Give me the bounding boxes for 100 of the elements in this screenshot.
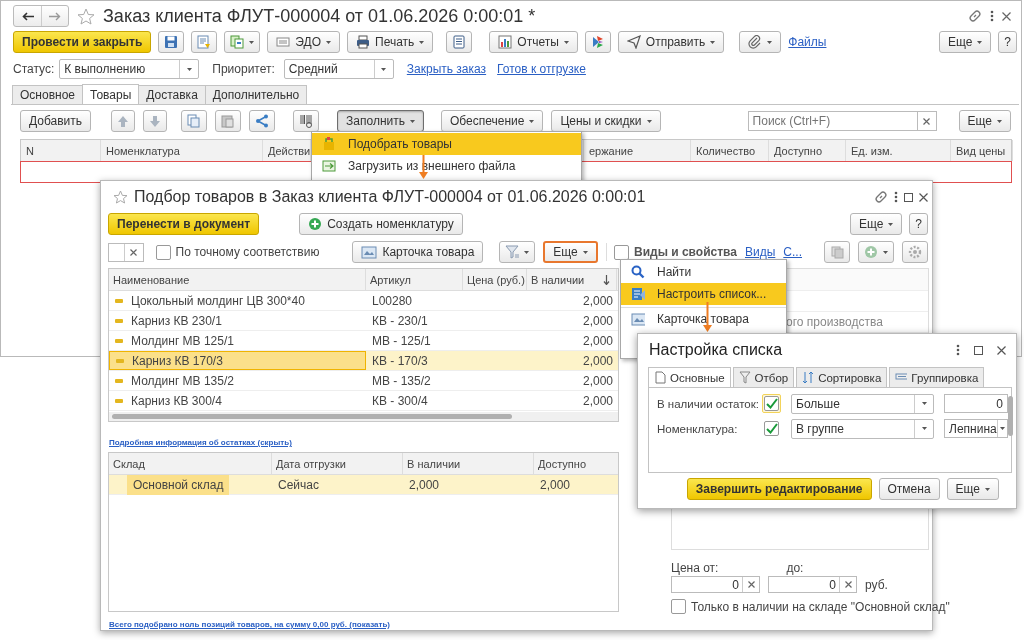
table-cell: МВ - 125/1 xyxy=(372,333,431,348)
table-cell: 2,000 xyxy=(582,373,613,388)
finish-editing-button[interactable]: Завершить редактирование xyxy=(686,478,872,500)
action-link[interactable]: Закрыть заказ xyxy=(406,62,487,76)
menu-item[interactable]: Настроить список... xyxy=(621,283,786,305)
table-row[interactable]: Молдинг МВ 135/2 МВ - 135/2 2,000 xyxy=(109,371,618,391)
dialog-title: Подбор товаров в Заказ клиента ФЛУТ-000004 от 01.06.2026 0:00:01 xyxy=(134,188,646,206)
column-header: Ед. изм. xyxy=(846,140,951,161)
checkbox-label: Только в наличии на складе "Основной склад" xyxy=(691,599,950,614)
table-cell: Цокольный молдинг ЦВ 300*40 xyxy=(131,293,305,308)
table-row[interactable]: Основной склад Сейчас 2,000 2,000 xyxy=(109,475,618,495)
checkbox-label: По точному соответствию xyxy=(175,245,320,259)
table-row[interactable]: Карниз КВ 230/1 КВ - 230/1 2,000 xyxy=(109,311,618,331)
more-button[interactable]: Еще xyxy=(958,110,1011,132)
menu-item[interactable]: Подобрать товары xyxy=(312,133,581,155)
column-header: Артикул xyxy=(366,269,463,290)
more-button[interactable]: Еще xyxy=(938,31,992,53)
table-cell: Карниз КВ 230/1 xyxy=(131,313,222,328)
column-header: Количество xyxy=(691,140,769,161)
tab[interactable]: Основное xyxy=(12,85,83,104)
table-cell: 2,000 xyxy=(582,393,613,408)
print-button[interactable]: Печать xyxy=(347,31,434,53)
tab[interactable]: Дополнительно xyxy=(204,85,308,104)
help-button[interactable]: ? xyxy=(998,31,1017,53)
checkbox-label: Виды и свойства xyxy=(634,245,737,259)
tab[interactable]: Отбор xyxy=(732,367,795,387)
column-header: Цена (руб.) xyxy=(463,269,527,290)
dialog-title: Настройка списка xyxy=(649,341,783,359)
product-card-button[interactable]: Карточка товара xyxy=(352,241,484,263)
more-button[interactable]: Еще xyxy=(849,213,903,235)
price-to-field[interactable]: 0 xyxy=(768,576,857,593)
table-cell: L00280 xyxy=(372,293,413,308)
table-cell: КВ - 300/4 xyxy=(372,393,428,408)
more-button[interactable]: Еще xyxy=(946,478,999,500)
prices-button[interactable]: Цены и скидки xyxy=(551,110,661,132)
table-cell: 2,000 xyxy=(582,353,613,368)
table-cell: Карниз КВ 170/3 xyxy=(132,353,223,368)
table-cell: 2,000 xyxy=(582,333,613,348)
status-label: Статус: xyxy=(13,62,55,76)
column-header: Номенклатура xyxy=(101,140,263,161)
field-label: Номенклатура: xyxy=(657,422,739,435)
kinds-link[interactable]: С... xyxy=(783,245,802,259)
column-header: ержание xyxy=(584,140,691,161)
column-header: Склад xyxy=(109,453,272,474)
files-link[interactable]: Файлы xyxy=(788,35,827,49)
reports-button[interactable]: Отчеты xyxy=(489,31,578,53)
transfer-button[interactable]: Перенести в документ xyxy=(108,213,260,235)
currency-label: руб. xyxy=(865,577,888,592)
table-row[interactable]: Карниз КВ 170/3 КВ - 170/3 2,000 xyxy=(109,351,618,371)
edo-button[interactable]: ЭДО xyxy=(267,31,340,53)
table-cell: КВ - 170/3 xyxy=(372,353,428,368)
table-cell: 2,000 xyxy=(582,293,613,308)
supply-button[interactable]: Обеспечение xyxy=(440,110,544,132)
column-header-label: В наличии xyxy=(531,273,585,286)
table-cell: Основной склад xyxy=(127,474,230,495)
table-cell: Молдинг МВ 135/2 xyxy=(131,373,234,388)
column-header: Доступно xyxy=(769,140,846,161)
tab[interactable]: Основные xyxy=(648,367,731,387)
more-button[interactable]: Еще xyxy=(543,241,598,263)
condition-select[interactable]: В группе xyxy=(791,418,934,439)
table-cell: Карниз КВ 300/4 xyxy=(131,393,222,408)
post-and-close-button[interactable]: Провести и закрыть xyxy=(13,31,152,53)
table-cell: 2,000 xyxy=(540,477,571,492)
menu-item[interactable]: Найти xyxy=(621,261,786,283)
fill-button[interactable]: Заполнить xyxy=(337,110,424,132)
menu-item[interactable]: Карточка товара xyxy=(621,307,786,330)
table-cell: 2,000 xyxy=(582,313,613,328)
kinds-link[interactable]: Виды xyxy=(745,245,776,259)
value-select[interactable]: Лепнина xyxy=(944,419,1008,438)
table-cell: Молдинг МВ 125/1 xyxy=(131,333,234,348)
column-header: Наименование xyxy=(109,269,366,290)
help-button[interactable]: ? xyxy=(909,213,928,235)
column-header: Дата отгрузки xyxy=(272,453,403,474)
table-cell: Сейчас xyxy=(278,477,319,492)
table-cell: МВ - 135/2 xyxy=(372,373,431,388)
search-field[interactable]: Поиск (Ctrl+F) xyxy=(747,111,918,131)
condition-select[interactable]: Больше xyxy=(791,393,934,414)
price-from-field[interactable]: 0 xyxy=(671,576,760,593)
column-header: Вид цены xyxy=(951,140,1013,161)
send-button[interactable]: Отправить xyxy=(617,31,725,53)
table-row[interactable]: Карниз КВ 300/4 КВ - 300/4 2,000 xyxy=(109,391,618,411)
cancel-button[interactable]: Отмена xyxy=(878,478,940,500)
priority-label: Приоритет: xyxy=(212,62,275,76)
column-header: В наличии xyxy=(403,453,534,474)
table-cell: 2,000 xyxy=(409,477,440,492)
tab[interactable]: Сортировка xyxy=(796,367,888,387)
action-link[interactable]: Готов к отгрузке xyxy=(497,62,586,76)
tab[interactable]: Группировка xyxy=(889,367,985,387)
tab[interactable]: Товары xyxy=(82,84,140,104)
table-row[interactable]: Цокольный молдинг ЦВ 300*40 L00280 2,000 xyxy=(109,291,618,311)
tab[interactable]: Доставка xyxy=(138,85,206,104)
column-header: N xyxy=(21,140,101,161)
price-from-label: Цена от: xyxy=(671,561,719,575)
create-item-button[interactable]: Создать номенклатуру xyxy=(299,213,463,235)
stock-details-link[interactable]: Подробная информация об остатках (скрыть) xyxy=(109,438,619,447)
priority-select[interactable]: Средний xyxy=(283,59,394,79)
add-button[interactable]: Добавить xyxy=(20,110,92,132)
value-field[interactable]: 0 xyxy=(944,394,1008,413)
total-link[interactable]: Всего подобрано ноль позиций товаров, на сумму 0,00 руб. (показать) xyxy=(109,620,619,629)
status-select[interactable]: К выполнению xyxy=(59,59,200,79)
